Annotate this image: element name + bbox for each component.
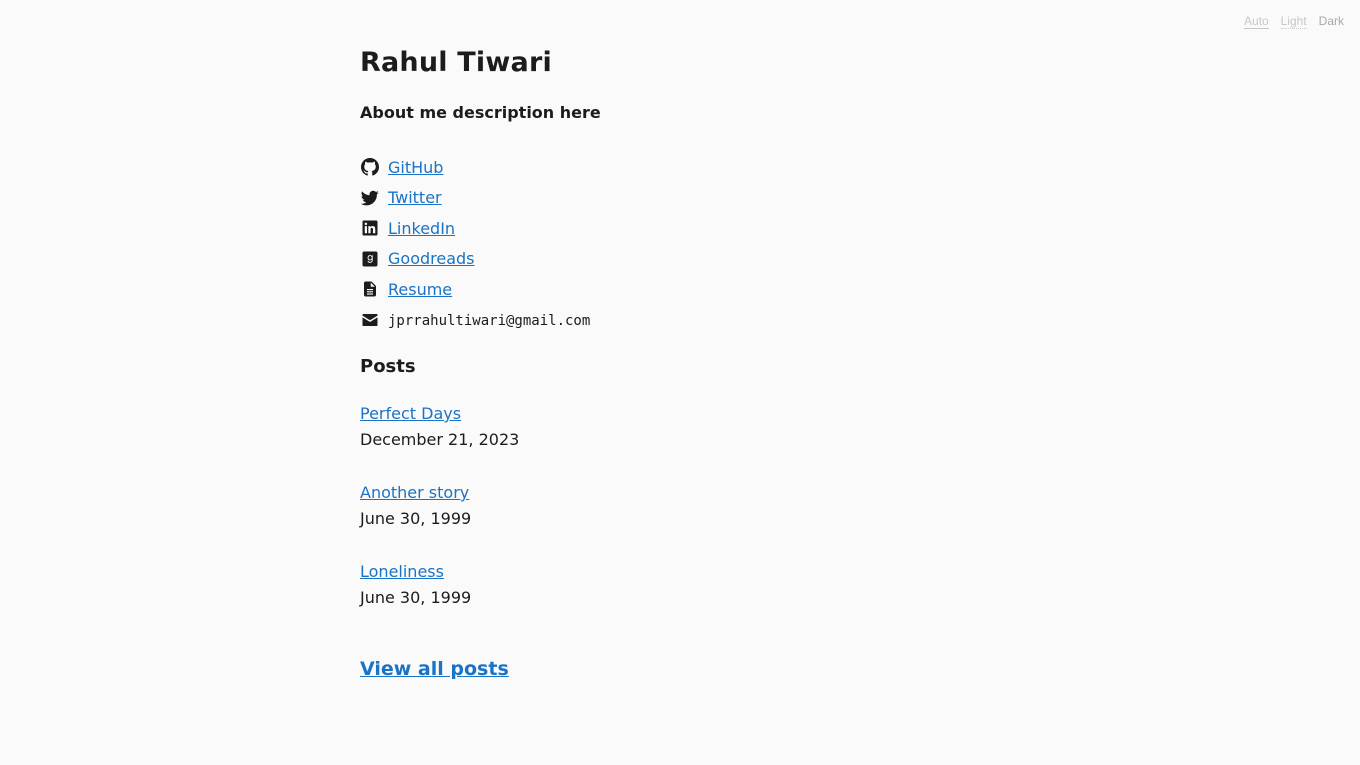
theme-switcher: Auto Light Dark: [1243, 14, 1344, 29]
about-description: About me description here: [360, 103, 601, 122]
list-item: Perfect Days December 21, 2023: [360, 402, 519, 481]
linkedin-icon: [360, 218, 380, 238]
post-title-link[interactable]: Loneliness: [360, 560, 519, 584]
resume-link[interactable]: Resume: [388, 280, 452, 299]
linkedin-link[interactable]: LinkedIn: [388, 219, 455, 238]
list-item: jprrahultiwari@gmail.com: [360, 305, 590, 336]
goodreads-icon: [360, 249, 380, 269]
posts-heading: Posts: [360, 356, 416, 377]
post-title-link[interactable]: Another story: [360, 481, 519, 505]
theme-light-option[interactable]: Light: [1280, 14, 1307, 29]
posts-list: Perfect Days December 21, 2023 Another s…: [360, 402, 519, 639]
envelope-icon: [360, 310, 380, 330]
post-title-link[interactable]: Perfect Days: [360, 402, 519, 426]
post-date: June 30, 1999: [360, 588, 472, 607]
list-item: GitHub: [360, 152, 590, 183]
twitter-link[interactable]: Twitter: [388, 188, 442, 207]
list-item: LinkedIn: [360, 213, 590, 244]
theme-dark-option[interactable]: Dark: [1319, 14, 1344, 29]
list-item: Resume: [360, 274, 590, 305]
goodreads-link[interactable]: Goodreads: [388, 249, 475, 268]
post-date: June 30, 1999: [360, 509, 472, 528]
list-item: Loneliness June 30, 1999: [360, 560, 519, 639]
view-all-posts-link[interactable]: View all posts: [360, 658, 509, 680]
list-item: Another story June 30, 1999: [360, 481, 519, 560]
theme-auto-option[interactable]: Auto: [1243, 14, 1269, 29]
document-icon: [360, 279, 380, 299]
twitter-icon: [360, 188, 380, 208]
post-date: December 21, 2023: [360, 430, 520, 449]
email-address: jprrahultiwari@gmail.com: [388, 313, 591, 330]
github-link[interactable]: GitHub: [388, 158, 443, 177]
page-title: Rahul Tiwari: [360, 47, 552, 78]
github-icon: [360, 157, 380, 177]
social-links-list: GitHub Twitter LinkedIn Goodreads Resume: [360, 152, 590, 335]
list-item: Twitter: [360, 183, 590, 214]
list-item: Goodreads: [360, 244, 590, 275]
